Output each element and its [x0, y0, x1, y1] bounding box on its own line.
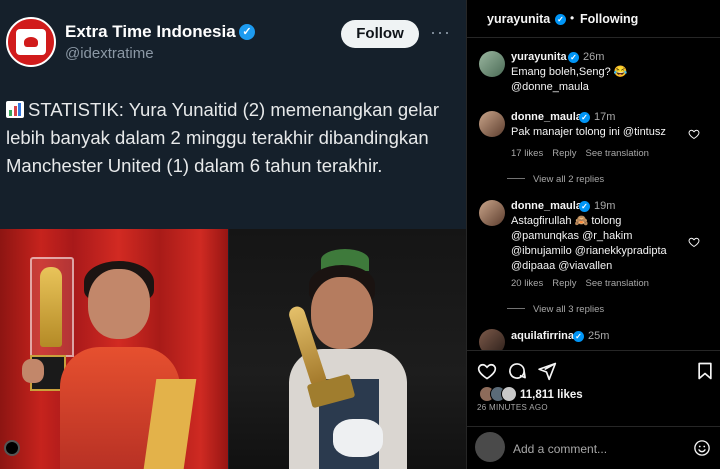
comment-line: Astagfirullah 🙈 tolong	[511, 215, 622, 227]
verified-badge-icon: ✓	[555, 14, 566, 25]
comment-time: 25m	[588, 330, 610, 342]
heart-icon[interactable]	[688, 128, 700, 140]
post-time: 26 MINUTES AGO	[477, 403, 548, 412]
reply-link[interactable]: Reply	[552, 278, 576, 289]
comment-mentions[interactable]: @dipaaa @viavallen	[511, 259, 701, 275]
verified-badge-icon: ✓	[239, 24, 255, 40]
comment-time: 17m	[594, 111, 616, 123]
verified-badge-icon: ✓	[579, 201, 590, 212]
comment-input[interactable]	[513, 440, 683, 458]
bar-chart-icon	[6, 101, 24, 118]
verified-badge-icon: ✓	[579, 112, 590, 123]
translate-link[interactable]: See translation	[586, 278, 649, 289]
white-glove	[333, 419, 383, 457]
comment-username[interactable]: yurayunita	[511, 51, 567, 63]
instagram-panel: yurayunita ✓ • Following yurayunita ✓ 26…	[466, 0, 720, 469]
photo-dark-background[interactable]	[229, 229, 466, 469]
heart-icon[interactable]	[688, 236, 700, 248]
comment-username[interactable]: donne_maula	[511, 111, 582, 123]
hand	[22, 359, 44, 383]
face	[311, 277, 373, 349]
translate-link[interactable]: See translation	[586, 148, 649, 159]
post-header: yurayunita ✓ • Following	[467, 0, 720, 38]
comment-icon[interactable]	[507, 361, 527, 381]
comment-time: 19m	[594, 200, 616, 212]
profile-mini-icon[interactable]	[4, 440, 20, 456]
tweet-header: Extra Time Indonesia ✓ @idextratime Foll…	[0, 0, 466, 80]
reply-link[interactable]: Reply	[552, 148, 576, 159]
account-name[interactable]: Extra Time Indonesia	[65, 22, 236, 42]
trophy-statuette	[40, 267, 62, 347]
separator-dot: •	[570, 11, 575, 25]
comment-mentions[interactable]: @ibnujamilo @rianekkypradipta	[511, 244, 701, 260]
avatar[interactable]	[479, 329, 505, 350]
follow-button[interactable]: Follow	[341, 20, 419, 48]
view-replies-link[interactable]: View all 3 replies	[507, 304, 604, 315]
face	[88, 269, 150, 339]
comment-line: Emang boleh,Seng? 😂	[511, 66, 628, 78]
avatar[interactable]	[479, 111, 505, 137]
extra-time-logo[interactable]	[6, 17, 56, 67]
comment-mention[interactable]: @donne_maula	[511, 80, 701, 96]
verified-badge-icon: ✓	[573, 331, 584, 342]
liker-avatars[interactable]	[479, 386, 519, 404]
share-icon[interactable]	[537, 361, 557, 381]
tweet-text-block: STATISTIK: Yura Yunaitid (2) memenangkan…	[6, 96, 456, 180]
comment-mentions[interactable]: @pamunqkas @r_hakim	[511, 229, 701, 245]
comments-list[interactable]: yurayunita ✓ 26m Emang boleh,Seng? 😂 @do…	[467, 39, 720, 350]
bookmark-icon[interactable]	[695, 361, 715, 381]
comment-username[interactable]: aquilafirrina	[511, 330, 574, 342]
comment-likes[interactable]: 17 likes	[511, 148, 543, 159]
comment-likes[interactable]: 20 likes	[511, 278, 543, 289]
avatar[interactable]	[479, 51, 505, 77]
comment-time: 26m	[583, 51, 605, 63]
avatar	[475, 432, 505, 462]
following-button[interactable]: Following	[580, 12, 638, 26]
post-username[interactable]: yurayunita	[487, 12, 550, 26]
tweet-text: STATISTIK: Yura Yunaitid (2) memenangkan…	[6, 99, 439, 176]
account-handle[interactable]: @idextratime	[65, 45, 154, 62]
likes-count[interactable]: 11,811 likes	[520, 389, 583, 401]
comment-meta: 17 likes Reply See translation	[511, 148, 658, 159]
view-replies-link[interactable]: View all 2 replies	[507, 174, 604, 185]
more-options-icon[interactable]: ···	[430, 22, 451, 43]
emoji-icon[interactable]	[693, 439, 711, 457]
tweet-card: Extra Time Indonesia ✓ @idextratime Foll…	[0, 0, 466, 469]
comment-meta: 20 likes Reply See translation	[511, 278, 658, 289]
comment-username[interactable]: donne_maula	[511, 200, 582, 212]
heart-icon[interactable]	[477, 361, 497, 381]
comment-line: Pak manajer tolong ini @tintusz	[511, 126, 666, 138]
avatar[interactable]	[479, 200, 505, 226]
verified-badge-icon: ✓	[568, 52, 579, 63]
photo-red-curtain[interactable]	[0, 229, 228, 469]
